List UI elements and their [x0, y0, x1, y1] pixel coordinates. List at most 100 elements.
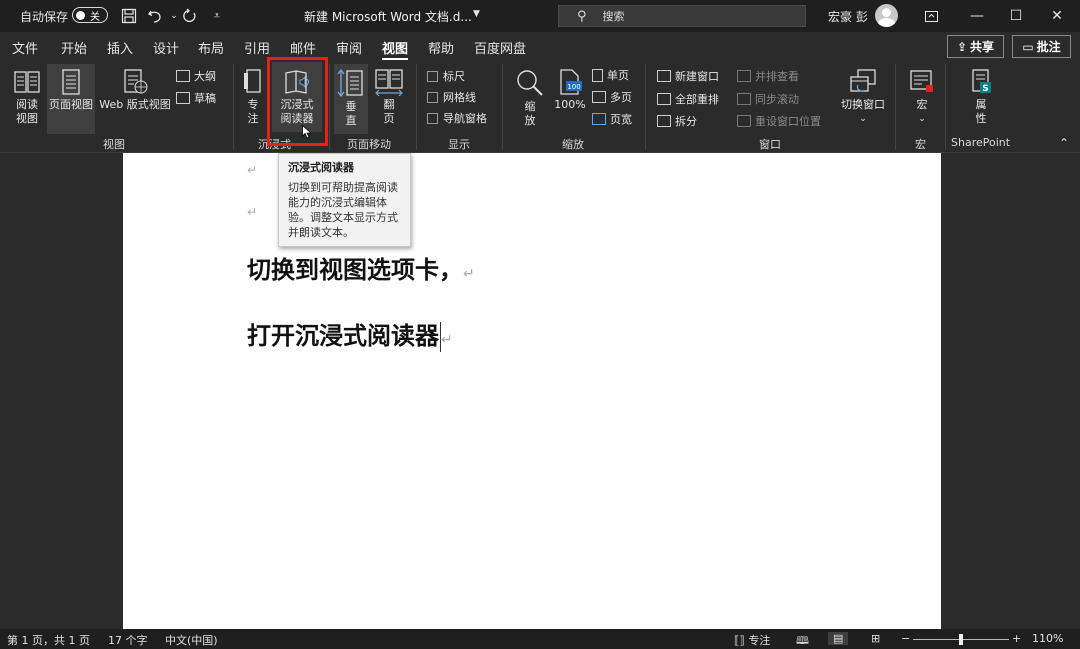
- tab-help[interactable]: 帮助: [428, 38, 454, 57]
- tab-layout[interactable]: 布局: [198, 38, 224, 57]
- read-mode-button[interactable]: 阅读 视图: [8, 68, 46, 126]
- autosave-label: 自动保存: [20, 10, 69, 24]
- switch-windows-button[interactable]: 切换窗口 ⌄: [838, 68, 888, 126]
- page-width-button[interactable]: 页宽: [592, 111, 632, 127]
- page-count[interactable]: 第 1 页，共 1 页: [7, 632, 90, 648]
- comments-label: 批注: [1036, 40, 1061, 54]
- focus-label: 专 注: [247, 98, 259, 125]
- navigation-pane-checkbox[interactable]: 导航窗格: [427, 110, 487, 126]
- close-icon[interactable]: ✕: [1043, 5, 1071, 27]
- zoom-button[interactable]: 缩 放: [512, 68, 548, 128]
- zoom-slider-thumb[interactable]: [959, 634, 963, 645]
- zoom-level[interactable]: 110%: [1032, 632, 1063, 645]
- maximize-icon[interactable]: ☐: [1002, 5, 1030, 27]
- switch-windows-dropdown-icon: ⌄: [859, 114, 867, 124]
- tab-design[interactable]: 设计: [153, 38, 179, 57]
- print-layout-status-icon[interactable]: ▤: [828, 632, 849, 645]
- draft-button[interactable]: 草稿: [176, 90, 216, 106]
- customize-icon[interactable]: ⩡: [207, 6, 227, 26]
- comment-icon: ▭: [1022, 39, 1034, 54]
- paragraph-mark: ↵: [463, 266, 475, 282]
- save-icon[interactable]: [119, 6, 139, 26]
- outline-icon: [176, 70, 190, 82]
- paragraph-mark: ↵: [247, 163, 258, 177]
- tab-mailings[interactable]: 邮件: [290, 38, 316, 57]
- reset-window-position-button[interactable]: 重设窗口位置: [737, 113, 821, 129]
- share-label: 共享: [970, 40, 995, 54]
- undo-icon[interactable]: [145, 6, 165, 26]
- title-dropdown-icon[interactable]: ▼: [473, 9, 480, 19]
- split-button[interactable]: 拆分: [657, 113, 697, 129]
- focus-button[interactable]: 专 注: [242, 68, 264, 126]
- line-1-text: 切换到视图选项卡，: [247, 256, 463, 284]
- zoom-in-icon[interactable]: +: [1012, 632, 1021, 645]
- web-layout-button[interactable]: Web 版式视图: [97, 68, 173, 112]
- svg-text:100: 100: [567, 83, 580, 91]
- outline-button[interactable]: 大纲: [176, 68, 216, 84]
- multiple-pages-button[interactable]: 多页: [592, 89, 632, 105]
- side-to-side-button[interactable]: 翻 页: [372, 68, 406, 126]
- arrange-all-button[interactable]: 全部重排: [657, 91, 719, 107]
- one-page-button[interactable]: 单页: [592, 67, 629, 83]
- separator: [416, 64, 417, 150]
- document-line-1[interactable]: 切换到视图选项卡，↵: [247, 250, 475, 285]
- show-group-label: 显示: [448, 138, 470, 151]
- tab-view[interactable]: 视图: [382, 38, 409, 60]
- document-line-2[interactable]: 打开沉浸式阅读器 ↵: [247, 316, 453, 352]
- focus-status-button[interactable]: ⟦⟧ 专注: [734, 632, 770, 648]
- ribbon-display-options-icon[interactable]: [917, 5, 945, 27]
- multiple-pages-icon: [592, 91, 606, 103]
- tab-file[interactable]: 文件: [12, 38, 38, 57]
- read-mode-status-icon[interactable]: 🕮: [796, 632, 809, 649]
- immersive-reader-tooltip: 沉浸式阅读器 切换到可帮助提高阅读能力的沉浸式编辑体验。调整文本显示方式并朗读文…: [278, 153, 411, 247]
- minimize-icon[interactable]: —: [963, 5, 991, 27]
- search-placeholder: 搜索: [602, 10, 625, 23]
- web-layout-status-icon[interactable]: ⊞: [871, 632, 880, 645]
- separator: [645, 64, 646, 150]
- separator: [895, 64, 896, 150]
- gridlines-checkbox[interactable]: 网格线: [427, 89, 476, 105]
- properties-button[interactable]: S 属 性: [963, 68, 999, 126]
- macros-group-label: 宏: [915, 138, 926, 151]
- line-2-text: 打开沉浸式阅读器: [247, 322, 439, 350]
- sync-scroll-button[interactable]: 同步滚动: [737, 91, 799, 107]
- gridlines-label: 网格线: [443, 91, 476, 104]
- tab-references[interactable]: 引用: [244, 38, 270, 57]
- ruler-checkbox[interactable]: 标尺: [427, 68, 465, 84]
- side-to-side-label: 翻 页: [383, 98, 395, 125]
- autosave-toggle[interactable]: 关: [72, 7, 108, 23]
- share-button[interactable]: ⇪ 共享: [947, 35, 1004, 58]
- tab-insert[interactable]: 插入: [107, 38, 133, 57]
- paragraph-mark: ↵: [247, 205, 258, 219]
- read-mode-label: 阅读 视图: [16, 98, 38, 125]
- status-bar: 第 1 页，共 1 页 17 个字 中文(中国) ⟦⟧ 专注 🕮 ▤ ⊞ − +…: [0, 629, 1080, 649]
- word-count[interactable]: 17 个字: [108, 632, 148, 648]
- document-page[interactable]: [123, 153, 941, 629]
- paragraph-mark: ↵: [441, 332, 453, 348]
- language[interactable]: 中文(中国): [165, 632, 218, 648]
- collapse-ribbon-icon[interactable]: ⌃: [1059, 136, 1069, 150]
- page-movement-group-label: 页面移动: [347, 138, 391, 151]
- zoom-out-icon[interactable]: −: [901, 632, 910, 645]
- page-width-label: 页宽: [610, 113, 632, 126]
- tab-home[interactable]: 开始: [61, 38, 87, 57]
- search-box[interactable]: ⚲ 搜索: [558, 5, 806, 27]
- tab-baidu-netdisk[interactable]: 百度网盘: [474, 38, 526, 57]
- separator: [233, 64, 234, 150]
- zoom-100-button[interactable]: 100 100%: [552, 68, 588, 112]
- arrange-all-label: 全部重排: [675, 93, 719, 106]
- new-window-button[interactable]: 新建窗口: [657, 68, 719, 84]
- avatar[interactable]: [875, 4, 898, 27]
- comments-button[interactable]: ▭ 批注: [1012, 35, 1071, 58]
- document-title[interactable]: 新建 Microsoft Word 文档.d...: [304, 8, 472, 25]
- properties-label: 属 性: [975, 98, 987, 125]
- tab-review[interactable]: 审阅: [336, 38, 362, 57]
- web-layout-label: Web 版式视图: [99, 98, 171, 111]
- split-label: 拆分: [675, 115, 697, 128]
- vertical-button[interactable]: 垂 直: [334, 64, 368, 134]
- macros-button[interactable]: 宏 ⌄: [904, 68, 940, 126]
- user-name[interactable]: 宏豪 彭: [828, 8, 868, 25]
- print-layout-button[interactable]: 页面视图: [47, 64, 95, 134]
- side-by-side-button[interactable]: 并排查看: [737, 68, 799, 84]
- redo-icon[interactable]: [180, 6, 200, 26]
